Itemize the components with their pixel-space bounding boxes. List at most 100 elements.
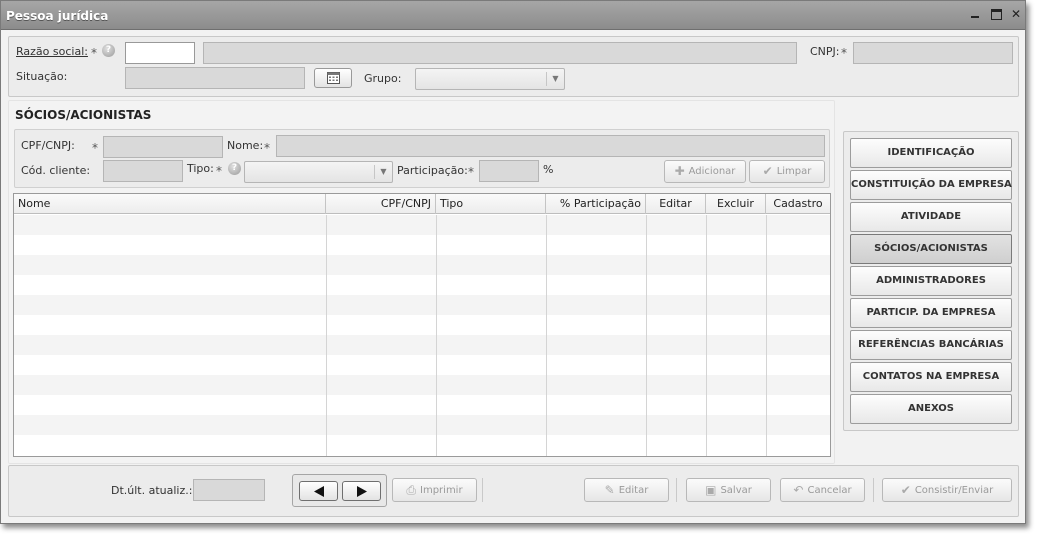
socios-table[interactable]: Nome CPF/CNPJ Tipo % Participação Editar… (13, 193, 831, 457)
table-row (14, 275, 830, 295)
column-header-cadastro[interactable]: Cadastro (766, 194, 830, 214)
table-row (14, 415, 830, 435)
consistir-enviar-button[interactable]: ✔ Consistir/Enviar (882, 478, 1012, 502)
salvar-label: Salvar (720, 485, 752, 496)
table-row (14, 235, 830, 255)
consistir-enviar-label: Consistir/Enviar (914, 485, 994, 496)
dt-ult-atualiz-label: Dt.últ. atualiz.: (111, 484, 193, 497)
column-header-participacao[interactable]: % Participação (546, 194, 646, 214)
section-title: SÓCIOS/ACIONISTAS (15, 108, 152, 122)
participacao-label: Participação: (397, 164, 468, 177)
column-header-nome[interactable]: Nome (14, 194, 326, 214)
razao-social-label[interactable]: Razão social: (16, 45, 88, 58)
participacao-required-mark: * (468, 165, 474, 179)
column-header-excluir[interactable]: Excluir (706, 194, 766, 214)
nav-anexos[interactable]: ANEXOS (850, 394, 1012, 424)
column-divider (706, 215, 707, 456)
adicionar-label: Adicionar (688, 166, 736, 177)
pessoa-juridica-window: Pessoa jurídica Razão social: * ? CNPJ: … (0, 0, 1026, 524)
salvar-button[interactable]: ▣ Salvar (686, 478, 771, 502)
column-divider (546, 215, 547, 456)
column-divider (326, 215, 327, 456)
situacao-label: Situação: (16, 70, 68, 83)
participacao-input[interactable] (479, 160, 539, 182)
close-icon[interactable] (1009, 7, 1023, 21)
situacao-input[interactable] (125, 67, 305, 89)
arrow-right-icon (357, 486, 367, 497)
razao-social-required-mark: * (91, 46, 97, 60)
table-header: Nome CPF/CNPJ Tipo % Participação Editar… (14, 194, 830, 214)
calendar-icon (327, 72, 340, 84)
column-header-tipo[interactable]: Tipo (436, 194, 546, 214)
imprimir-button[interactable]: ⎙ Imprimir (392, 478, 477, 502)
nav-administradores[interactable]: ADMINISTRADORES (850, 266, 1012, 296)
record-pager (292, 474, 387, 507)
column-divider (766, 215, 767, 456)
nav-atividade[interactable]: ATIVIDADE (850, 202, 1012, 232)
check-icon: ✔ (900, 483, 911, 497)
percent-sign: % (543, 163, 554, 176)
chevron-down-icon: ▼ (374, 165, 392, 179)
razao-social-name-input[interactable] (203, 42, 797, 64)
table-row (14, 295, 830, 315)
table-row (14, 335, 830, 355)
minimize-icon[interactable] (969, 7, 983, 21)
socio-cpf-cnpj-input[interactable] (103, 136, 223, 158)
cpf-cnpj-label: CPF/CNPJ: (21, 139, 75, 152)
nav-referencias-bancarias[interactable]: REFERÊNCIAS BANCÁRIAS (850, 330, 1012, 360)
toolbar-separator (873, 478, 874, 502)
nome-label: Nome: (227, 139, 264, 152)
plus-icon: ✚ (674, 164, 685, 178)
imprimir-label: Imprimir (420, 485, 463, 496)
pencil-icon: ✎ (604, 483, 615, 497)
limpar-label: Limpar (776, 166, 812, 177)
cnpj-required-mark: * (841, 46, 847, 60)
previous-button[interactable] (299, 481, 338, 501)
title-bar: Pessoa jurídica (1, 1, 1025, 30)
undo-icon: ↶ (793, 483, 804, 497)
limpar-button[interactable]: ✔ Limpar (749, 160, 825, 183)
nome-required-mark: * (264, 141, 270, 155)
dt-ult-atualiz-input[interactable] (193, 479, 265, 501)
grupo-select[interactable]: ▼ (415, 68, 565, 90)
tipo-required-mark: * (216, 164, 222, 178)
column-divider (646, 215, 647, 456)
arrow-left-icon (314, 486, 324, 497)
adicionar-button[interactable]: ✚ Adicionar (664, 160, 746, 183)
toolbar-separator (676, 478, 677, 502)
nav-constituicao-da-empresa[interactable]: CONSTITUIÇÃO DA EMPRESA (850, 170, 1012, 200)
razao-social-help-icon[interactable]: ? (102, 44, 115, 57)
nav-contatos-na-empresa[interactable]: CONTATOS NA EMPRESA (850, 362, 1012, 392)
column-divider (436, 215, 437, 456)
window-title: Pessoa jurídica (6, 9, 109, 23)
table-row (14, 435, 830, 455)
eraser-icon: ✔ (762, 164, 773, 178)
table-row (14, 315, 830, 335)
editar-label: Editar (618, 485, 649, 496)
table-row (14, 215, 830, 235)
table-row (14, 355, 830, 375)
column-header-cpf-cnpj[interactable]: CPF/CNPJ (326, 194, 436, 214)
tipo-help-icon[interactable]: ? (228, 162, 241, 175)
editar-button[interactable]: ✎ Editar (584, 478, 669, 502)
cnpj-input[interactable] (853, 42, 1013, 64)
socio-nome-input[interactable] (276, 135, 825, 157)
nav-identificacao[interactable]: IDENTIFICAÇÃO (850, 138, 1012, 168)
cod-cliente-input[interactable] (103, 160, 183, 182)
table-row (14, 395, 830, 415)
tipo-select[interactable]: ▼ (244, 161, 393, 183)
table-body (14, 215, 830, 455)
razao-social-code-input[interactable] (125, 42, 195, 64)
cancelar-button[interactable]: ↶ Cancelar (780, 478, 865, 502)
nav-socios-acionistas[interactable]: SÓCIOS/ACIONISTAS (850, 234, 1012, 264)
cod-cliente-label: Cód. cliente: (21, 164, 91, 177)
toolbar-separator (482, 478, 483, 502)
printer-icon: ⎙ (406, 483, 417, 497)
cancelar-label: Cancelar (807, 485, 852, 496)
next-button[interactable] (342, 481, 381, 501)
maximize-icon[interactable] (990, 7, 1004, 21)
calendar-button[interactable] (314, 68, 352, 88)
nav-particip-da-empresa[interactable]: PARTICIP. DA EMPRESA (850, 298, 1012, 328)
cpf-cnpj-required-mark: * (92, 141, 98, 155)
column-header-editar[interactable]: Editar (646, 194, 706, 214)
